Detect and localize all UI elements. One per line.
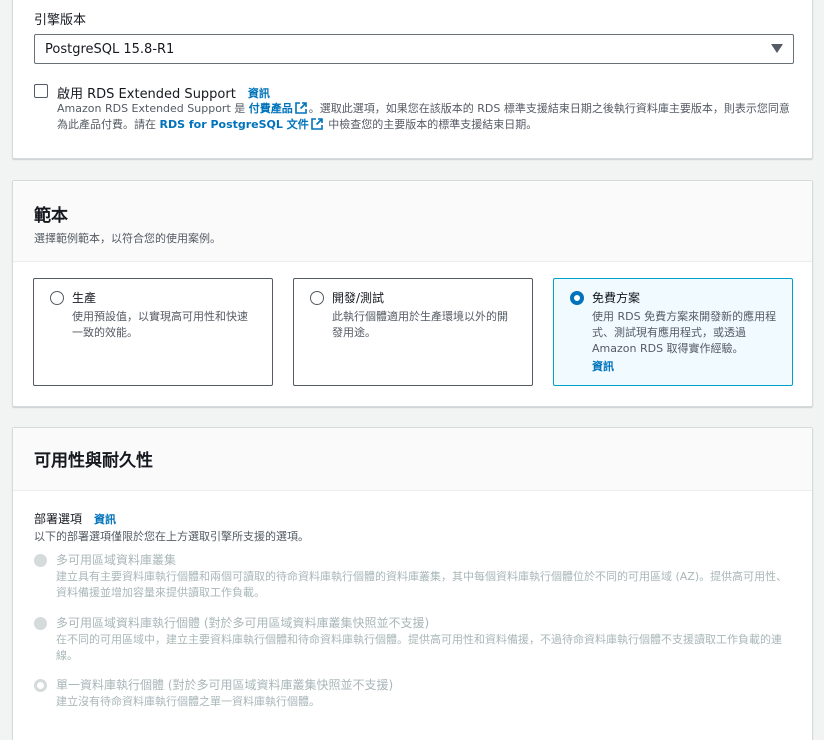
template-radio-production[interactable] [50,291,64,305]
extended-support-description: Amazon RDS Extended Support 是 付費產品 。選取此選項… [57,101,797,133]
extended-support-label: 啟用 RDS Extended Support [57,87,236,102]
extended-support-label-row: 啟用 RDS Extended Support 資訊 [57,83,270,103]
option-description: 建立沒有待命資料庫執行個體之單一資料庫執行個體。 [56,695,320,708]
rds-postgresql-docs-link[interactable]: RDS for PostgreSQL 文件 [160,118,309,131]
templates-title: 範本 [34,206,68,226]
templates-header: 範本 選擇範例範本，以符合您的使用案例。 [13,181,812,262]
external-link-icon [310,118,323,130]
ext-desc-suffix: 中檢查您的主要版本的標準支援結束日期。 [324,118,538,131]
extended-support-checkbox[interactable] [34,84,48,98]
deploy-radio-selected-disabled [34,679,47,692]
availability-header: 可用性與耐久性 [13,428,812,491]
paid-product-link[interactable]: 付費產品 [249,102,293,115]
tile-title: 免費方案 [592,291,641,305]
tile-description: 使用預設值，以實現高可用性和快速一致的效能。 [72,310,248,339]
engine-version-label: 引擎版本 [34,13,87,28]
availability-title: 可用性與耐久性 [34,451,153,471]
deployment-options-subtext: 以下的部署選項僅限於您在上方選取引擎所支援的選項。 [34,530,309,543]
deployment-options-info-link[interactable]: 資訊 [94,511,116,527]
option-title: 多可用區域資料庫叢集 [56,553,177,567]
tile-description: 此執行個體適用於生產環境以外的開發用途。 [332,310,508,339]
deploy-radio-disabled [34,617,47,630]
tile-description: 使用 RDS 免費方案來開發新的應用程式、測試現有應用程式，或透過 Amazon… [592,310,777,355]
deploy-option-multi-az-instance: 多可用區域資料庫執行個體 (對於多可用區域資料庫叢集快照並不支援) 在不同的可用… [34,614,794,664]
availability-panel: 可用性與耐久性 部署選項 資訊 以下的部署選項僅限於您在上方選取引擎所支援的選項… [12,427,813,740]
deploy-radio-disabled [34,554,47,567]
caret-down-icon [771,44,783,53]
template-radio-free-tier[interactable] [570,291,584,305]
templates-panel: 範本 選擇範例範本，以符合您的使用案例。 生產 使用預設值，以實現高可用性和快速… [12,180,813,407]
engine-settings-panel: 引擎版本 PostgreSQL 15.8-R1 啟用 RDS Extended … [12,0,813,159]
free-tier-info-link[interactable]: 資訊 [592,360,614,373]
tile-title: 生產 [72,291,97,305]
template-radio-dev-test[interactable] [310,291,324,305]
option-title: 單一資料庫執行個體 (對於多可用區域資料庫叢集快照並不支援) [56,678,394,692]
engine-version-value: PostgreSQL 15.8-R1 [45,41,175,57]
deployment-options-label: 部署選項 [34,512,83,526]
ext-desc-prefix: Amazon RDS Extended Support 是 [57,102,249,115]
engine-version-select[interactable]: PostgreSQL 15.8-R1 [34,34,794,64]
template-tile-production[interactable]: 生產 使用預設值，以實現高可用性和快速一致的效能。 [33,278,273,386]
templates-description: 選擇範例範本，以符合您的使用案例。 [34,232,221,245]
template-tile-free-tier[interactable]: 免費方案 使用 RDS 免費方案來開發新的應用程式、測試現有應用程式，或透過 A… [553,278,793,386]
option-description: 在不同的可用區域中，建立主要資料庫執行個體和待命資料庫執行個體。提供高可用性和資… [56,633,782,662]
deploy-option-single-instance: 單一資料庫執行個體 (對於多可用區域資料庫叢集快照並不支援) 建立沒有待命資料庫… [34,676,794,710]
option-title: 多可用區域資料庫執行個體 (對於多可用區域資料庫叢集快照並不支援) [56,616,430,630]
extended-support-info-link[interactable]: 資訊 [248,85,270,101]
deploy-option-multi-az-cluster: 多可用區域資料庫叢集 建立具有主要資料庫執行個體和兩個可讀取的待命資料庫執行個體… [34,551,794,601]
deployment-options-label-row: 部署選項 資訊 [34,510,116,527]
external-link-icon [294,102,307,114]
template-tile-dev-test[interactable]: 開發/測試 此執行個體適用於生產環境以外的開發用途。 [293,278,533,386]
tile-title: 開發/測試 [332,291,385,305]
option-description: 建立具有主要資料庫執行個體和兩個可讀取的待命資料庫執行個體的資料庫叢集，其中每個… [56,570,788,599]
